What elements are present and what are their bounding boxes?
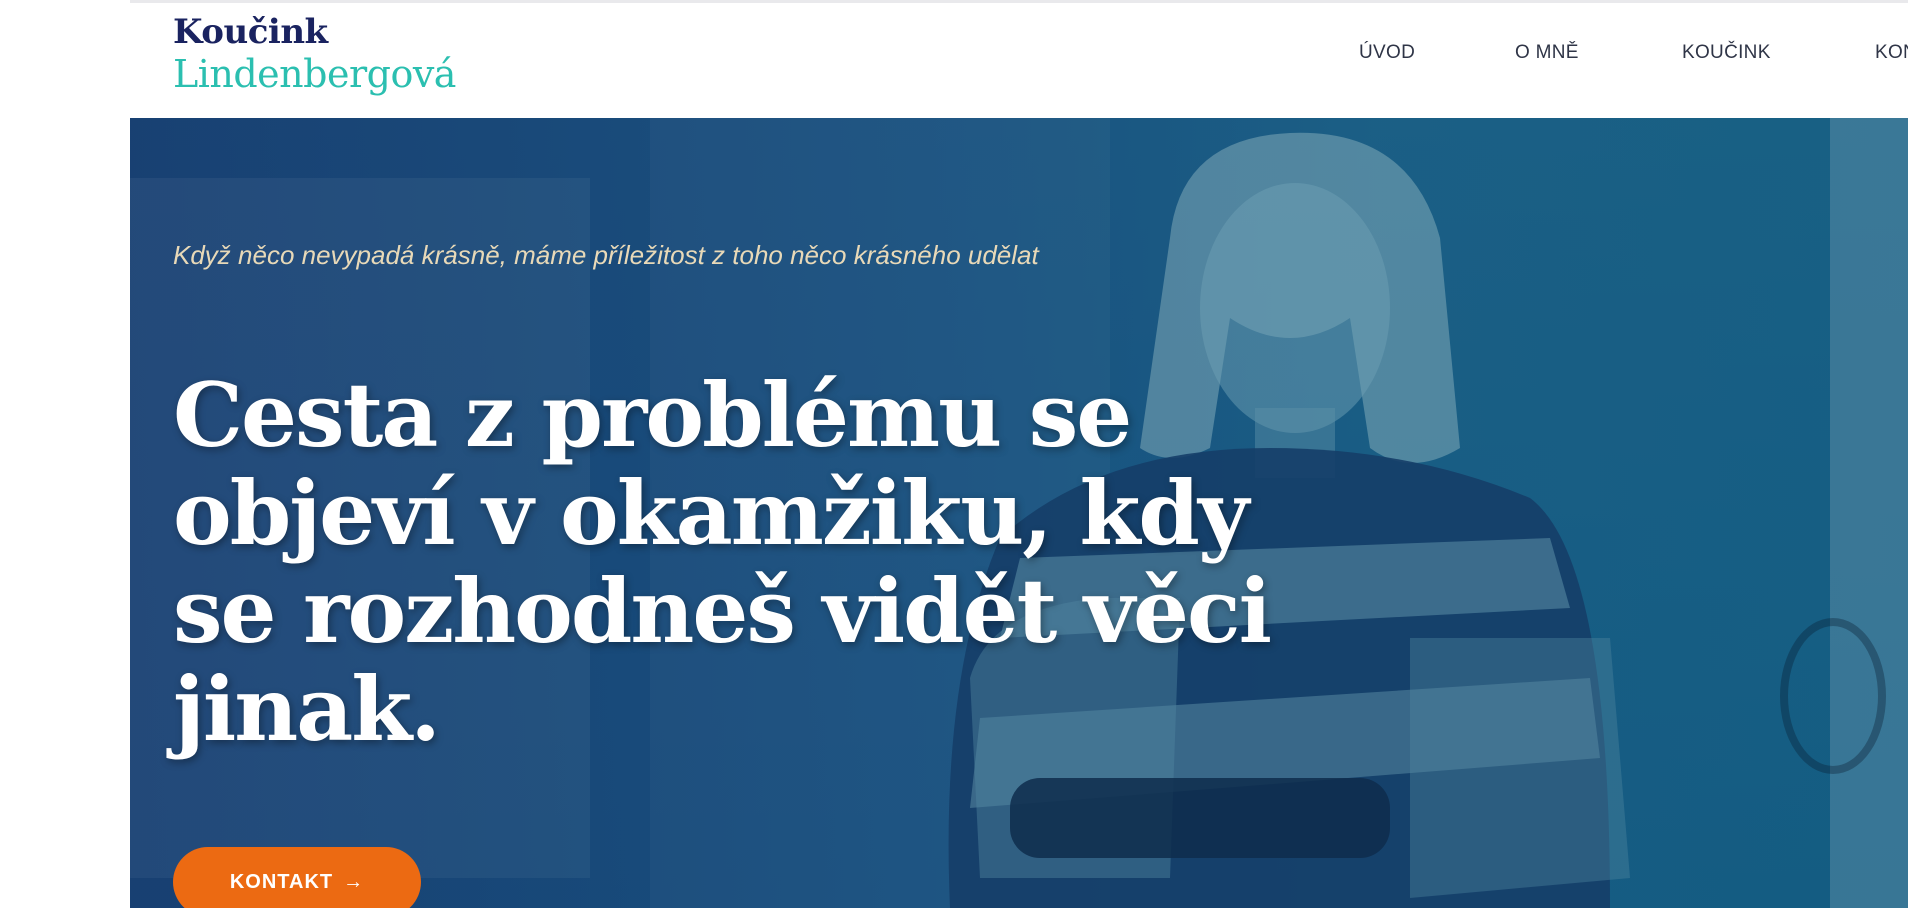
logo-line-1: Koučink xyxy=(173,12,328,52)
nav-item-o-mne[interactable]: O MNĚ xyxy=(1515,42,1579,64)
hero-tagline: Když něco nevypadá krásně, máme příležit… xyxy=(173,240,1039,270)
hero-headline: Cesta z problému se objeví v okamžiku, k… xyxy=(173,363,1272,761)
contact-cta-button[interactable]: KONTAKT → xyxy=(173,847,421,908)
nav-item-kontakt[interactable]: KON xyxy=(1875,42,1908,64)
background-door-ring xyxy=(1780,618,1886,774)
logo-line-2: Lindenbergová xyxy=(173,52,456,96)
background-doorframe xyxy=(1830,118,1908,908)
site-logo[interactable]: Koučink Lindenbergová xyxy=(173,12,456,96)
nav-item-uvod[interactable]: ÚVOD xyxy=(1359,42,1415,64)
hero-section: Když něco nevypadá krásně, máme příležit… xyxy=(130,118,1908,908)
page: Koučink Lindenbergová ÚVOD O MNĚ KOUČINK… xyxy=(130,0,1908,908)
contact-cta-label: KONTAKT xyxy=(229,871,334,893)
arrow-right-icon: → xyxy=(343,871,365,893)
browser-edge xyxy=(130,0,1908,3)
site-header: Koučink Lindenbergová ÚVOD O MNĚ KOUČINK… xyxy=(130,0,1908,118)
nav-item-koucink[interactable]: KOUČINK xyxy=(1682,42,1771,64)
